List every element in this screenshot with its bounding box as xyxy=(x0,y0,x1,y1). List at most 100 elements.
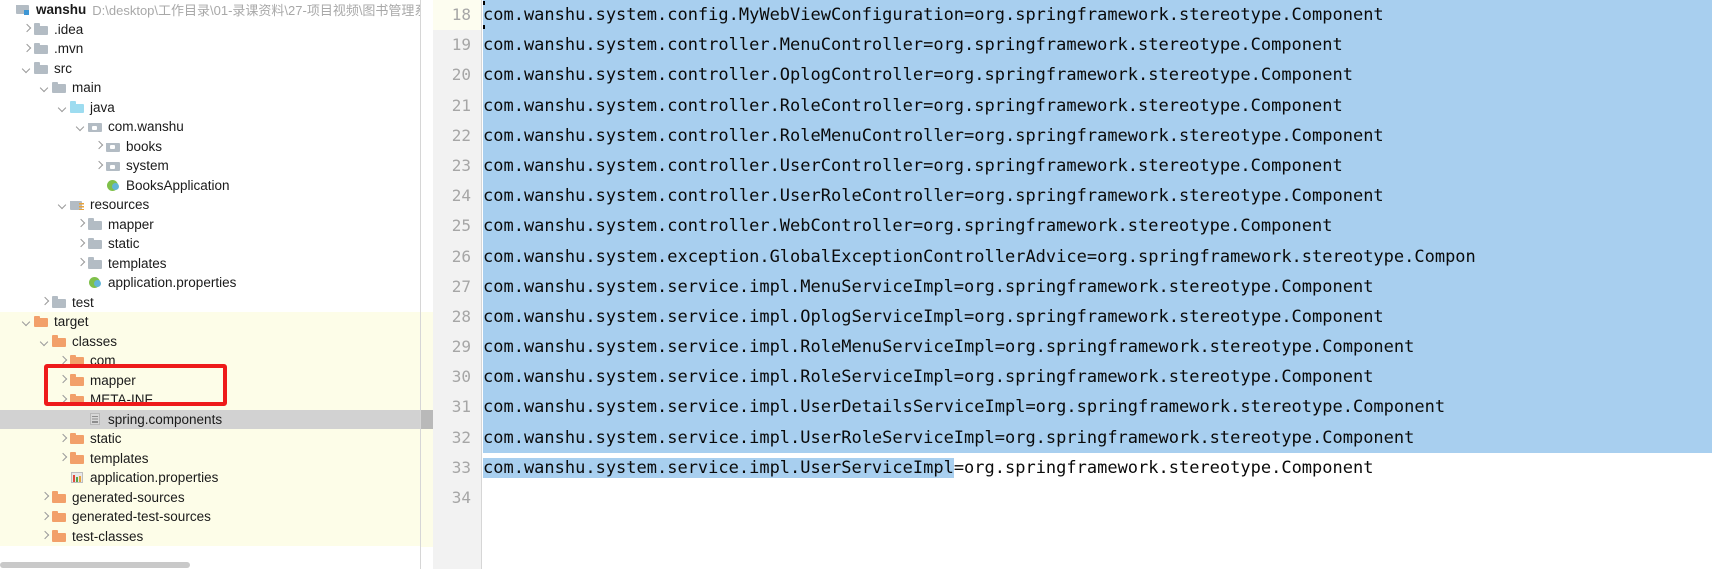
chevron-right-icon[interactable] xyxy=(39,511,50,522)
code-line[interactable] xyxy=(483,483,1712,513)
tree-row-label: resources xyxy=(90,197,150,213)
tree-row[interactable]: com.wanshu xyxy=(0,117,420,137)
chevron-right-icon[interactable] xyxy=(57,355,68,366)
tree-row[interactable]: templates xyxy=(0,448,420,468)
tree-row[interactable]: target xyxy=(0,312,420,332)
chevron-right-icon[interactable] xyxy=(39,492,50,503)
code-line[interactable]: com.wanshu.system.controller.RoleControl… xyxy=(483,90,1712,121)
tree-row[interactable]: templates xyxy=(0,254,420,274)
chevron-right-icon[interactable] xyxy=(21,43,32,54)
chevron-right-icon[interactable] xyxy=(21,24,32,35)
tree-row[interactable]: test-classes xyxy=(0,526,420,546)
tree-row[interactable]: spring.components xyxy=(0,409,420,429)
tree-row[interactable]: static xyxy=(0,234,420,254)
tree-row[interactable]: books xyxy=(0,137,420,157)
code-line[interactable]: com.wanshu.system.controller.RoleMenuCon… xyxy=(483,120,1712,151)
code-line[interactable]: com.wanshu.system.exception.GlobalExcept… xyxy=(483,241,1712,272)
tree-row-label: target xyxy=(54,314,89,330)
tree-row[interactable]: java xyxy=(0,98,420,118)
code-line-text: com.wanshu.system.controller.UserControl… xyxy=(483,155,1343,176)
chevron-right-icon[interactable] xyxy=(57,375,68,386)
tree-row[interactable]: generated-test-sources xyxy=(0,507,420,527)
code-line[interactable]: com.wanshu.system.service.impl.UserServi… xyxy=(483,453,1712,483)
tree-row[interactable]: resources xyxy=(0,195,420,215)
chevron-down-icon[interactable] xyxy=(21,316,32,327)
chevron-right-icon[interactable] xyxy=(93,160,104,171)
chevron-right-icon[interactable] xyxy=(75,219,86,230)
chevron-right-icon[interactable] xyxy=(57,433,68,444)
code-line[interactable]: com.wanshu.system.service.impl.MenuServi… xyxy=(483,271,1712,302)
code-line[interactable]: com.wanshu.system.controller.UserControl… xyxy=(483,150,1712,182)
code-line[interactable]: com.wanshu.system.service.impl.UserDetai… xyxy=(483,392,1712,423)
tree-row[interactable]: mapper xyxy=(0,215,420,235)
selected-text: com.wanshu.system.exception.GlobalExcept… xyxy=(483,246,1476,267)
tree-row-label: mapper xyxy=(90,372,136,388)
selected-text: com.wanshu.system.controller.WebControll… xyxy=(483,216,1333,237)
chevron-right-icon[interactable] xyxy=(75,258,86,269)
tree-row[interactable]: classes xyxy=(0,331,420,351)
selected-text: com.wanshu.system.controller.UserControl… xyxy=(483,155,1343,176)
package-icon xyxy=(88,120,103,133)
tree-row[interactable]: BooksApplication xyxy=(0,176,420,196)
chevron-right-icon[interactable] xyxy=(39,297,50,308)
code-line[interactable]: com.wanshu.system.controller.UserRoleCon… xyxy=(483,181,1712,212)
panel-divider[interactable] xyxy=(420,0,421,569)
code-line[interactable]: com.wanshu.system.service.impl.RoleMenuS… xyxy=(483,332,1712,363)
folder-icon xyxy=(34,62,49,75)
code-line[interactable]: com.wanshu.system.controller.MenuControl… xyxy=(483,30,1712,61)
text-editor[interactable]: 18 19 20 21 22 23 24 25 26 27 28 29 30 31 32 33 34 com.w… xyxy=(420,0,1712,569)
tree-row[interactable]: META-INF xyxy=(0,390,420,410)
chevron-down-icon[interactable] xyxy=(75,121,86,132)
chevron-down-icon[interactable] xyxy=(57,102,68,113)
chevron-right-icon[interactable] xyxy=(57,394,68,405)
selected-text: com.wanshu.system.controller.MenuControl… xyxy=(483,35,1343,56)
marker-strip-segment xyxy=(421,468,433,488)
code-line[interactable]: com.wanshu.system.controller.OplogContro… xyxy=(483,60,1712,91)
chevron-right-icon[interactable] xyxy=(93,141,104,152)
tree-row[interactable]: static xyxy=(0,429,420,449)
project-tool-window[interactable]: wanshu D:\desktop\工作目录\01-录课资料\27-项目视频\图书… xyxy=(0,0,420,569)
code-line[interactable]: com.wanshu.system.controller.WebControll… xyxy=(483,211,1712,242)
tree-row-root[interactable]: wanshu D:\desktop\工作目录\01-录课资料\27-项目视频\图书… xyxy=(0,0,420,20)
tree-row[interactable]: application.properties xyxy=(0,273,420,293)
code-line-text: com.wanshu.system.controller.RoleMenuCon… xyxy=(483,125,1384,146)
chevron-down-icon[interactable] xyxy=(39,336,50,347)
tree-row[interactable]: src xyxy=(0,59,420,79)
project-tree[interactable]: wanshu D:\desktop\工作目录\01-录课资料\27-项目视频\图书… xyxy=(0,0,420,546)
tree-row[interactable]: test xyxy=(0,293,420,313)
marker-strip-segment xyxy=(421,527,433,547)
code-line[interactable]: com.wanshu.system.service.impl.UserRoleS… xyxy=(483,422,1712,453)
marker-strip-segment xyxy=(421,351,433,371)
tree-row[interactable]: generated-sources xyxy=(0,487,420,507)
properties-file-icon xyxy=(70,471,85,484)
tree-row[interactable]: .idea xyxy=(0,20,420,40)
code-line-text: com.wanshu.system.service.impl.OplogServ… xyxy=(483,306,1384,327)
folder-icon xyxy=(88,257,103,270)
chevron-down-icon[interactable] xyxy=(21,63,32,74)
code-line[interactable]: com.wanshu.system.service.impl.RoleServi… xyxy=(483,362,1712,393)
chevron-icon[interactable] xyxy=(3,4,14,15)
chevron-down-icon[interactable] xyxy=(39,82,50,93)
selected-text: com.wanshu.system.service.impl.UserServi… xyxy=(483,457,954,478)
folder-orange-icon xyxy=(52,335,67,348)
chevron-right-icon[interactable] xyxy=(75,238,86,249)
tree-row-label: books xyxy=(126,138,163,154)
tree-row-label: main xyxy=(72,80,102,96)
project-tree-horizontal-scrollbar[interactable] xyxy=(0,560,420,569)
chevron-down-icon[interactable] xyxy=(57,199,68,210)
code-line-text: com.wanshu.system.service.impl.MenuServi… xyxy=(483,276,1374,297)
marker-strip-segment xyxy=(421,312,433,332)
code-line[interactable]: com.wanshu.system.config.MyWebViewConfig… xyxy=(483,0,1712,31)
tree-row[interactable]: com xyxy=(0,351,420,371)
chevron-right-icon[interactable] xyxy=(57,453,68,464)
tree-row[interactable]: mapper xyxy=(0,370,420,390)
ide-window: wanshu D:\desktop\工作目录\01-录课资料\27-项目视频\图书… xyxy=(0,0,1712,569)
tree-row[interactable]: main xyxy=(0,78,420,98)
chevron-right-icon[interactable] xyxy=(39,531,50,542)
code-line[interactable]: com.wanshu.system.service.impl.OplogServ… xyxy=(483,301,1712,333)
tree-row[interactable]: system xyxy=(0,156,420,176)
editor-code-area[interactable]: com.wanshu.system.config.MyWebViewConfig… xyxy=(483,0,1712,569)
scrollbar-thumb[interactable] xyxy=(0,562,190,568)
tree-row[interactable]: .mvn xyxy=(0,39,420,59)
tree-row[interactable]: application.properties xyxy=(0,468,420,488)
